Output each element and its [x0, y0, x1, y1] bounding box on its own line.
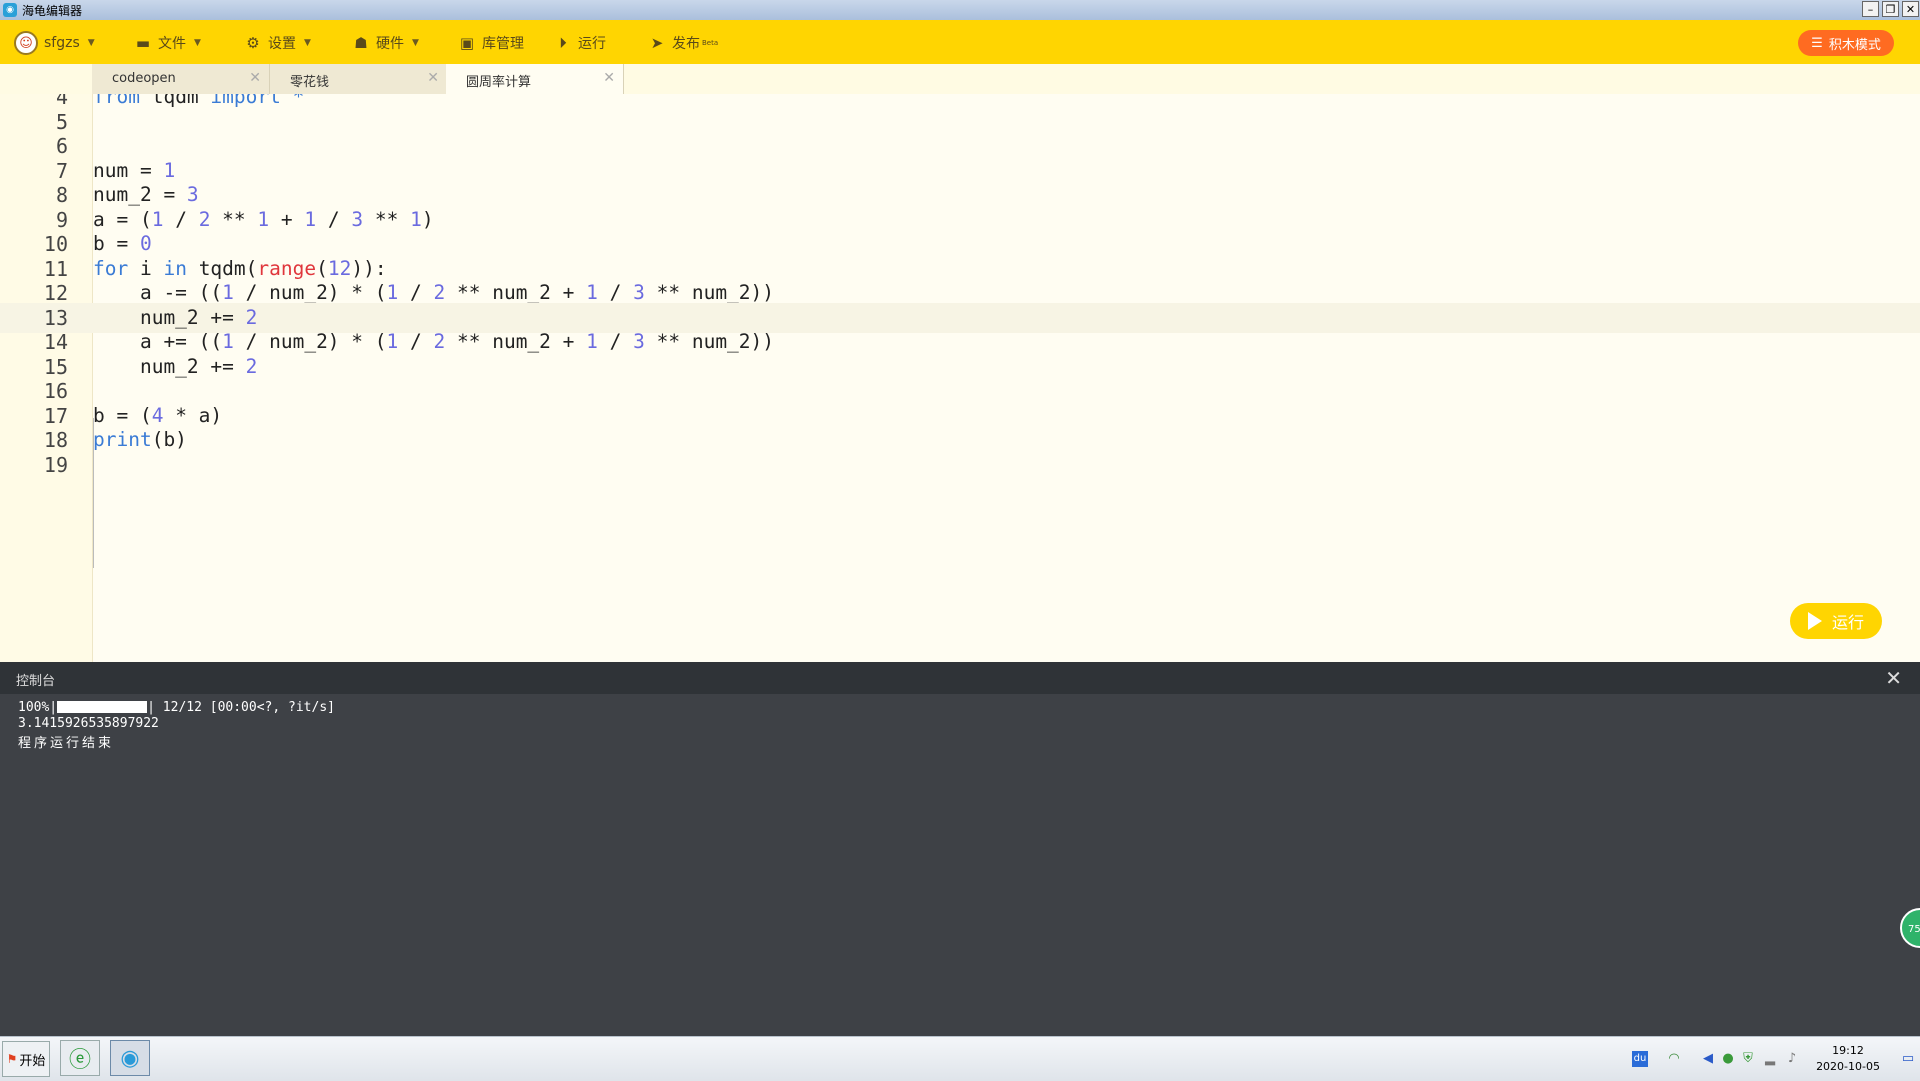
menu-hardware[interactable]: ☗ 硬件 ▼ [352, 32, 419, 54]
library-icon: ▣ [459, 34, 475, 52]
minimize-button[interactable]: – [1862, 1, 1879, 17]
menu-run-label: 运行 [578, 36, 606, 52]
window-titlebar: ◉ 海龟编辑器 – ❐ ✕ [0, 0, 1920, 21]
wifi-icon[interactable]: ◠ [1666, 1051, 1682, 1067]
tray-arrow-icon[interactable]: ◀ [1700, 1051, 1716, 1067]
gear-icon: ⚙ [246, 34, 260, 52]
menu-publish-label: 发布 [672, 36, 700, 52]
show-desktop-icon[interactable]: ▭ [1900, 1051, 1916, 1067]
turtle-editor-icon: ◉ [120, 1045, 140, 1071]
app-logo-icon: ◉ [3, 3, 17, 17]
menu-file-label: 文件 [158, 36, 186, 52]
tab-label: 零花钱 [290, 75, 330, 90]
tab-pi-calculation[interactable]: 圆周率计算 ✕ [446, 64, 624, 94]
blocks-mode-label: 积木模式 [1828, 37, 1881, 53]
close-icon[interactable]: ✕ [1885, 666, 1902, 690]
menu-settings[interactable]: ⚙ 设置 ▼ [244, 32, 311, 54]
start-label: 开始 [19, 1053, 46, 1069]
progress-bar [57, 701, 148, 713]
close-icon[interactable]: ✕ [603, 70, 615, 86]
chevron-down-icon: ▼ [304, 38, 311, 48]
blocks-icon: ☰ [1811, 35, 1823, 51]
system-clock[interactable]: 19:12 2020-10-05 [1816, 1043, 1880, 1075]
play-circle-icon: ⏵ [559, 34, 567, 52]
play-icon [1807, 612, 1822, 630]
close-icon[interactable]: ✕ [249, 70, 261, 86]
blocks-mode-button[interactable]: ☰ 积木模式 [1798, 30, 1894, 56]
baidu-du-icon[interactable]: du [1632, 1051, 1648, 1067]
menu-library-label: 库管理 [482, 36, 524, 52]
tab-codeopen[interactable]: codeopen ✕ [92, 64, 270, 94]
user-menu[interactable]: ☺ sfgzs ▼ [14, 31, 95, 55]
tab-label: 圆周率计算 [466, 75, 532, 90]
run-button[interactable]: 运行 [1790, 603, 1882, 639]
progress-percent: 100%| [18, 700, 58, 715]
shield-icon[interactable]: ⛨ [1740, 1051, 1756, 1067]
windows-flag-icon: ⚑ [6, 1052, 18, 1066]
menu-hardware-label: 硬件 [376, 36, 404, 52]
tab-label: codeopen [112, 71, 176, 86]
close-window-button[interactable]: ✕ [1902, 1, 1919, 17]
clock-time: 19:12 [1832, 1044, 1864, 1057]
volume-icon[interactable]: ♪ [1784, 1051, 1800, 1067]
taskbar-turtle-editor[interactable]: ◉ [110, 1040, 150, 1076]
console-line: 程序运行结束 [18, 736, 115, 751]
tab-pocket-money[interactable]: 零花钱 ✕ [270, 64, 448, 94]
chevron-down-icon: ▼ [194, 38, 201, 48]
console-header: 控制台 ✕ [0, 662, 1920, 694]
progress-line: 100%| | 12/12 [00:00<?, ?it/s] [18, 700, 335, 715]
beta-label: Beta [702, 39, 719, 47]
menu-publish[interactable]: ➤ 发布 Beta [648, 32, 718, 54]
menu-settings-label: 设置 [268, 36, 296, 52]
menu-library[interactable]: ▣ 库管理 [458, 32, 524, 54]
indent-guide [93, 418, 94, 568]
clock-date: 2020-10-05 [1816, 1060, 1880, 1073]
hardware-icon: ☗ [354, 34, 368, 52]
progress-stats: | 12/12 [00:00<?, ?it/s] [147, 700, 335, 715]
os-taskbar: ⚑ 开始 ⓔ ◉ du ◠ ◀ ● ⛨ ▂ ♪ 19:12 2020-10-05… [0, 1036, 1920, 1081]
menu-run[interactable]: ⏵ 运行 [554, 32, 606, 54]
tray-app-icon[interactable]: ● [1720, 1051, 1736, 1067]
code-editor[interactable]: 4 from tqdm import * 5 6 7 num = 1 8 num_2 = 39… [0, 94, 1920, 662]
chevron-down-icon: ▼ [412, 38, 419, 48]
chevron-down-icon: ▼ [87, 38, 95, 48]
run-button-label: 运行 [1831, 613, 1864, 632]
browser-icon: ⓔ [68, 1048, 91, 1073]
console-line: 3.1415926535897922 [18, 716, 159, 731]
signal-icon[interactable]: ▂ [1762, 1051, 1778, 1067]
code-line[interactable]: 19 [0, 450, 1920, 480]
close-icon[interactable]: ✕ [427, 70, 439, 86]
window-title: 海龟编辑器 [22, 4, 83, 18]
console-output: 100%| | 12/12 [00:00<?, ?it/s] 3.14159265… [0, 694, 1920, 1036]
folder-icon: ▬ [135, 34, 151, 52]
send-icon: ➤ [650, 34, 664, 52]
console-title: 控制台 [16, 674, 56, 689]
user-name: sfgzs [44, 35, 80, 51]
line-number: 19 [43, 452, 68, 477]
taskbar-browser[interactable]: ⓔ [60, 1040, 100, 1076]
start-button[interactable]: ⚑ 开始 [2, 1041, 50, 1077]
restore-button[interactable]: ❐ [1882, 1, 1899, 17]
avatar-icon: ☺ [14, 31, 38, 55]
file-tabs: codeopen ✕ 零花钱 ✕ 圆周率计算 ✕ [0, 64, 1920, 94]
main-toolbar: ☺ sfgzs ▼ ▬ 文件 ▼ ⚙ 设置 ▼ ☗ 硬件 ▼ ▣ 库管理 ⏵ 运… [0, 20, 1920, 64]
menu-file[interactable]: ▬ 文件 ▼ [134, 32, 201, 54]
